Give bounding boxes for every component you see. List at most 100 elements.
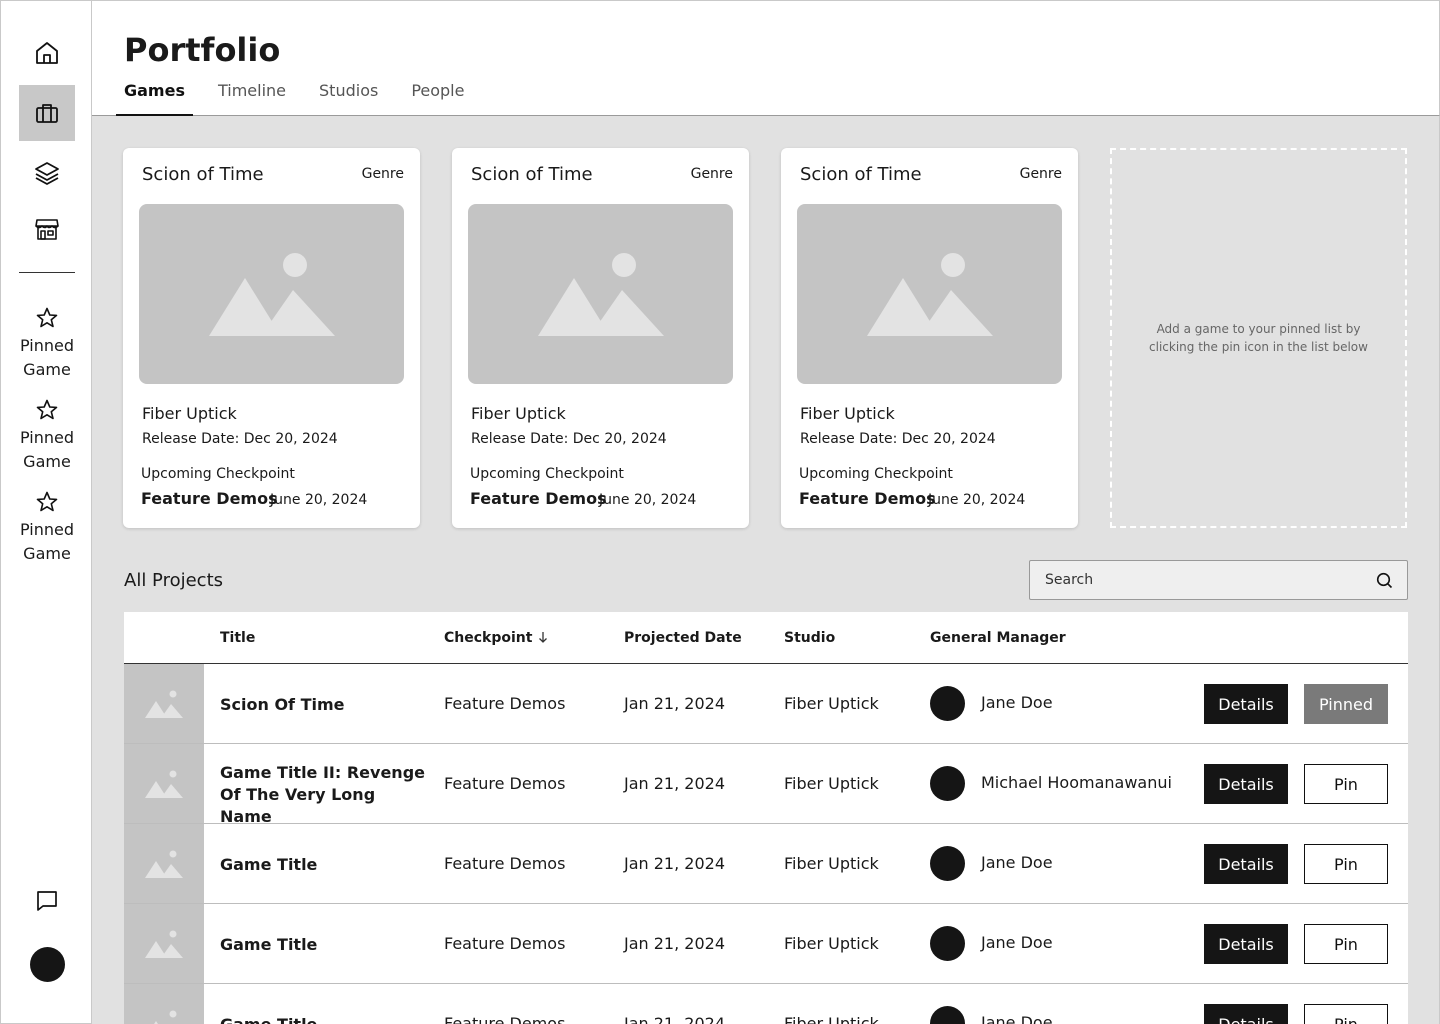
user-avatar[interactable] xyxy=(30,947,65,982)
card-image xyxy=(468,204,733,384)
nav-layers[interactable] xyxy=(19,145,75,201)
card-checkpoint-label: Upcoming Checkpoint xyxy=(141,466,295,482)
star-icon xyxy=(36,307,58,328)
card-studio: Fiber Uptick xyxy=(142,404,237,423)
nav-home[interactable] xyxy=(19,25,75,81)
table-row: Game Title Feature Demos Jan 21, 2024 Fi… xyxy=(124,824,1408,904)
sort-down-icon xyxy=(539,632,548,643)
search-input[interactable] xyxy=(1030,561,1370,599)
image-placeholder-icon xyxy=(145,770,183,798)
image-placeholder-icon xyxy=(538,253,664,336)
pinned-game-card[interactable]: Scion of Time Genre Fiber Uptick Release… xyxy=(781,148,1078,528)
row-title[interactable]: Game Title xyxy=(220,934,430,956)
row-title[interactable]: Game Title xyxy=(220,854,430,876)
column-header-title[interactable]: Title xyxy=(220,630,255,646)
card-checkpoint-date: June 20, 2024 xyxy=(270,492,368,508)
row-title[interactable]: Game Title II: Revenge Of The Very Long … xyxy=(220,762,430,828)
details-button[interactable]: Details xyxy=(1204,764,1288,804)
table-row: Game Title Feature Demos Jan 21, 2024 Fi… xyxy=(124,904,1408,984)
main-content: Scion of Time Genre Fiber Uptick Release… xyxy=(92,116,1440,1024)
pinned-game-label: Pinned xyxy=(19,336,75,355)
projects-table: Title Checkpoint Projected Date Studio G… xyxy=(124,612,1408,1024)
row-thumbnail xyxy=(124,824,204,903)
row-checkpoint: Feature Demos xyxy=(444,694,566,713)
row-projected-date: Jan 21, 2024 xyxy=(624,774,725,793)
column-header-checkpoint[interactable]: Checkpoint xyxy=(444,630,549,646)
table-row: Scion Of Time Feature Demos Jan 21, 2024… xyxy=(124,664,1408,744)
pinned-game-2[interactable]: Pinned Game xyxy=(1,398,93,474)
pin-button[interactable]: Pin xyxy=(1304,764,1388,804)
pin-button[interactable]: Pin xyxy=(1304,844,1388,884)
card-studio: Fiber Uptick xyxy=(800,404,895,423)
row-studio: Fiber Uptick xyxy=(784,694,879,713)
details-button[interactable]: Details xyxy=(1204,924,1288,964)
card-checkpoint-name: Feature Demos xyxy=(470,489,607,508)
image-placeholder-icon xyxy=(209,253,335,336)
column-header-general-manager[interactable]: General Manager xyxy=(930,630,1066,646)
row-checkpoint: Feature Demos xyxy=(444,854,566,873)
card-release-date: Release Date: Dec 20, 2024 xyxy=(142,431,338,447)
card-title: Scion of Time xyxy=(800,164,922,185)
row-general-manager: Jane Doe xyxy=(981,693,1053,712)
card-image xyxy=(797,204,1062,384)
column-header-label: Checkpoint xyxy=(444,630,533,646)
card-title: Scion of Time xyxy=(142,164,264,185)
home-icon xyxy=(36,42,58,64)
tab-studios[interactable]: Studios xyxy=(311,81,386,117)
storefront-icon xyxy=(35,219,59,240)
table-row: Game Title Feature Demos Jan 21, 2024 Fi… xyxy=(124,984,1408,1024)
pinned-game-1[interactable]: Pinned Game xyxy=(1,306,93,382)
row-studio: Fiber Uptick xyxy=(784,934,879,953)
card-checkpoint-label: Upcoming Checkpoint xyxy=(799,466,953,482)
row-thumbnail xyxy=(124,984,204,1024)
row-general-manager: Jane Doe xyxy=(981,853,1053,872)
card-release-date: Release Date: Dec 20, 2024 xyxy=(800,431,996,447)
card-checkpoint-name: Feature Demos xyxy=(799,489,936,508)
card-genre: Genre xyxy=(1019,166,1062,182)
row-general-manager: Michael Hoomanawanui xyxy=(981,773,1172,792)
pinned-game-label: Pinned xyxy=(19,428,75,447)
tab-timeline[interactable]: Timeline xyxy=(210,81,294,117)
chat-icon[interactable] xyxy=(34,888,60,914)
row-checkpoint: Feature Demos xyxy=(444,1014,566,1024)
card-image xyxy=(139,204,404,384)
pinned-game-3[interactable]: Pinned Game xyxy=(1,490,93,566)
card-genre: Genre xyxy=(361,166,404,182)
row-title[interactable]: Scion Of Time xyxy=(220,694,430,716)
card-checkpoint-date: June 20, 2024 xyxy=(599,492,697,508)
row-studio: Fiber Uptick xyxy=(784,1014,879,1024)
pinned-game-card[interactable]: Scion of Time Genre Fiber Uptick Release… xyxy=(123,148,420,528)
card-title: Scion of Time xyxy=(471,164,593,185)
star-icon xyxy=(36,399,58,420)
search-icon[interactable] xyxy=(1376,572,1393,589)
avatar xyxy=(930,1006,965,1024)
nav-studios[interactable] xyxy=(19,201,75,257)
card-genre: Genre xyxy=(690,166,733,182)
page-title: Portfolio xyxy=(124,31,281,69)
nav-portfolio[interactable] xyxy=(19,85,75,141)
row-checkpoint: Feature Demos xyxy=(444,774,566,793)
card-studio: Fiber Uptick xyxy=(471,404,566,423)
row-thumbnail xyxy=(124,744,204,823)
tab-bar: Games Timeline Studios People xyxy=(116,81,489,117)
tab-people[interactable]: People xyxy=(403,81,472,117)
card-release-date: Release Date: Dec 20, 2024 xyxy=(471,431,667,447)
pinned-game-card[interactable]: Scion of Time Genre Fiber Uptick Release… xyxy=(452,148,749,528)
column-header-studio[interactable]: Studio xyxy=(784,630,835,646)
row-checkpoint: Feature Demos xyxy=(444,934,566,953)
details-button[interactable]: Details xyxy=(1204,844,1288,884)
pinned-button[interactable]: Pinned xyxy=(1304,684,1388,724)
avatar xyxy=(930,766,965,801)
row-title[interactable]: Game Title xyxy=(220,1014,430,1024)
tab-games[interactable]: Games xyxy=(116,81,193,117)
row-studio: Fiber Uptick xyxy=(784,854,879,873)
card-checkpoint-label: Upcoming Checkpoint xyxy=(470,466,624,482)
details-button[interactable]: Details xyxy=(1204,1004,1288,1024)
details-button[interactable]: Details xyxy=(1204,684,1288,724)
pin-button[interactable]: Pin xyxy=(1304,1004,1388,1024)
row-general-manager: Jane Doe xyxy=(981,933,1053,952)
row-studio: Fiber Uptick xyxy=(784,774,879,793)
pin-button[interactable]: Pin xyxy=(1304,924,1388,964)
table-header: Title Checkpoint Projected Date Studio G… xyxy=(124,612,1408,664)
column-header-projected-date[interactable]: Projected Date xyxy=(624,630,742,646)
